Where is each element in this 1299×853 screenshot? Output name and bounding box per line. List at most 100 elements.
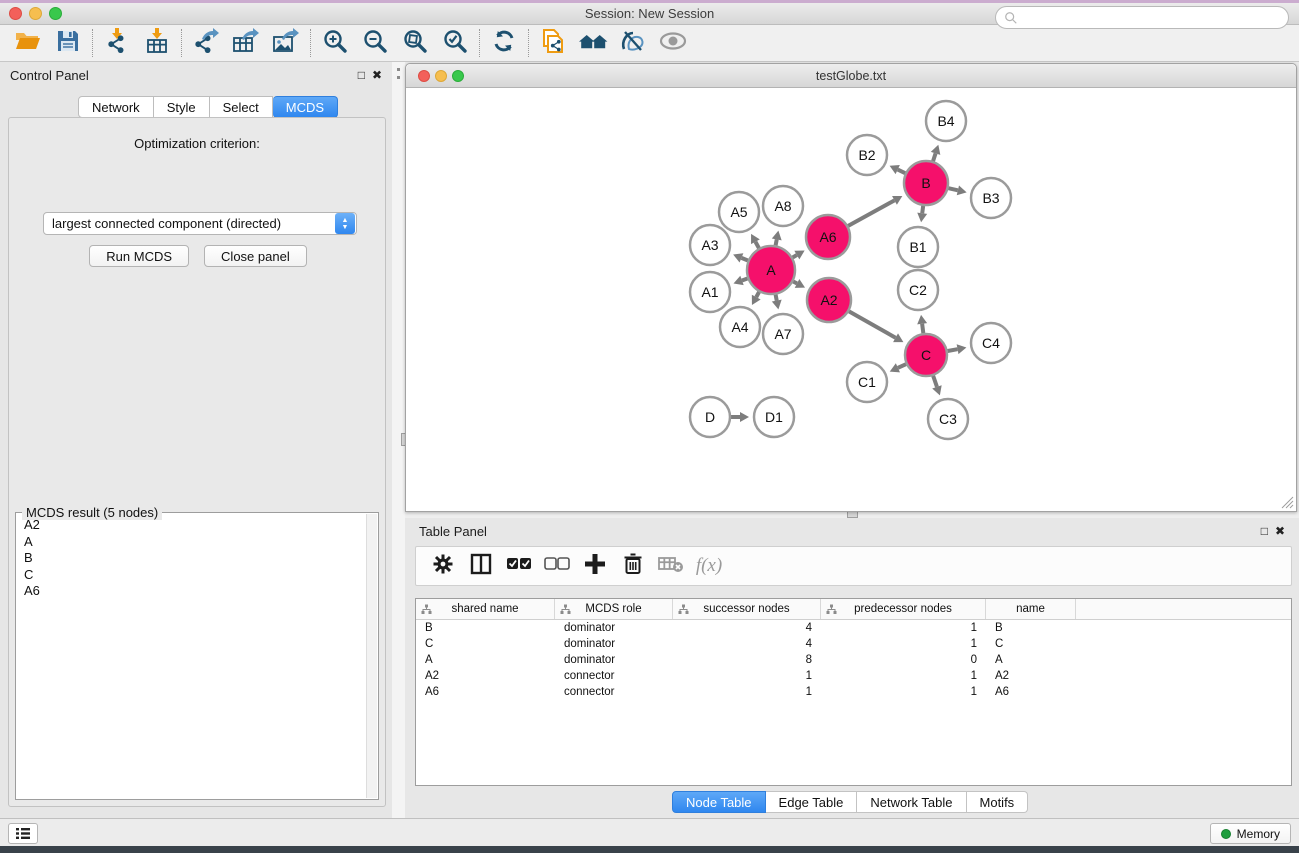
close-table-panel-icon[interactable]: ✖ — [1275, 525, 1285, 537]
mcds-result-scrollbar[interactable] — [366, 514, 377, 798]
graph-node-A8[interactable]: A8 — [763, 186, 803, 226]
graph-node-D1[interactable]: D1 — [754, 397, 794, 437]
graph-edge-C-C2[interactable] — [922, 324, 923, 333]
graph-edge-B-B3[interactable] — [948, 188, 957, 190]
trash-button[interactable] — [614, 549, 652, 583]
delete-table-button[interactable] — [652, 549, 690, 583]
graph-node-C1[interactable]: C1 — [847, 362, 887, 402]
tab-edge-table[interactable]: Edge Table — [766, 791, 858, 813]
mcds-result-item[interactable]: A6 — [18, 583, 364, 600]
graph-edge-A6-B[interactable] — [848, 200, 894, 226]
graph-edge-A2-C[interactable] — [849, 311, 896, 337]
graph-node-C4[interactable]: C4 — [971, 323, 1011, 363]
graph-edge-A-A1[interactable] — [742, 278, 747, 280]
mcds-result-item[interactable]: B — [18, 550, 364, 567]
graph-node-A1[interactable]: A1 — [690, 272, 730, 312]
graph-edge-A-A3[interactable] — [741, 258, 747, 261]
graph-edge-C-C1[interactable] — [898, 364, 906, 368]
column-header-shared-name[interactable]: shared name — [416, 599, 555, 619]
graph-node-B[interactable]: B — [904, 161, 948, 205]
export-table-button[interactable] — [226, 27, 266, 59]
graph-edge-A-A5[interactable] — [755, 242, 758, 248]
column-header-name[interactable]: name — [986, 599, 1076, 619]
close-panel-icon[interactable]: ✖ — [372, 69, 382, 81]
memory-button[interactable]: Memory — [1210, 823, 1291, 844]
refresh-button[interactable] — [484, 27, 524, 59]
columns-button[interactable] — [462, 549, 500, 583]
search-field[interactable] — [995, 6, 1289, 29]
tab-select[interactable]: Select — [210, 96, 273, 118]
graph-edge-A-A8[interactable] — [776, 239, 777, 245]
graph-node-B2[interactable]: B2 — [847, 135, 887, 175]
import-table-button[interactable] — [137, 27, 177, 59]
mcds-result-item[interactable]: A — [18, 534, 364, 551]
graph-edge-A-A6[interactable] — [793, 255, 797, 257]
export-network-button[interactable] — [186, 27, 226, 59]
table-row[interactable]: A6connector11A6 — [416, 684, 1291, 700]
tab-network-table[interactable]: Network Table — [857, 791, 966, 813]
export-image-button[interactable] — [266, 27, 306, 59]
zoom-selected-button[interactable] — [435, 27, 475, 59]
graph-edge-B-B1[interactable] — [922, 206, 923, 213]
graph-node-A5[interactable]: A5 — [719, 192, 759, 232]
table-row[interactable]: A2connector11A2 — [416, 668, 1291, 684]
graph-node-D[interactable]: D — [690, 397, 730, 437]
graph-node-A4[interactable]: A4 — [720, 307, 760, 347]
table-row[interactable]: Cdominator41C — [416, 636, 1291, 652]
close-panel-button[interactable]: Close panel — [204, 245, 307, 267]
duplicate-network-button[interactable] — [533, 27, 573, 59]
save-button[interactable] — [48, 27, 88, 59]
tab-node-table[interactable]: Node Table — [672, 791, 766, 813]
column-header-MCDS-role[interactable]: MCDS role — [555, 599, 673, 619]
run-mcds-button[interactable]: Run MCDS — [89, 245, 189, 267]
zoom-fit-button[interactable] — [395, 27, 435, 59]
network-window-titlebar[interactable]: testGlobe.txt — [406, 64, 1296, 88]
graph-node-C[interactable]: C — [905, 334, 947, 376]
graph-node-A3[interactable]: A3 — [690, 225, 730, 265]
close-window-button[interactable] — [9, 7, 22, 20]
graph-node-C3[interactable]: C3 — [928, 399, 968, 439]
deselect-all-button[interactable] — [538, 549, 576, 583]
gear-button[interactable] — [424, 549, 462, 583]
graph-node-B3[interactable]: B3 — [971, 178, 1011, 218]
net-minimize-button[interactable] — [435, 70, 447, 82]
search-input[interactable] — [1018, 11, 1288, 25]
homes-button[interactable] — [573, 27, 613, 59]
graph-edge-C-C4[interactable] — [948, 349, 958, 351]
graph-edge-A-A2[interactable] — [793, 281, 797, 283]
zoom-in-button[interactable] — [315, 27, 355, 59]
float-table-panel-icon[interactable]: □ — [1261, 525, 1268, 537]
open-folder-button[interactable] — [8, 27, 48, 59]
minimize-window-button[interactable] — [29, 7, 42, 20]
select-all-button[interactable] — [500, 549, 538, 583]
graph-edge-A-A7[interactable] — [776, 295, 777, 301]
column-header-predecessor-nodes[interactable]: predecessor nodes — [821, 599, 986, 619]
table-row[interactable]: Bdominator41B — [416, 620, 1291, 636]
resize-grip-icon[interactable] — [1278, 493, 1294, 509]
graph-node-A[interactable]: A — [747, 246, 795, 294]
tab-mcds[interactable]: MCDS — [273, 96, 338, 118]
graph-edge-B-B4[interactable] — [933, 153, 936, 161]
import-network-button[interactable] — [97, 27, 137, 59]
mcds-result-item[interactable]: C — [18, 567, 364, 584]
graph-edge-B-B2[interactable] — [898, 170, 906, 174]
show-panel-list-button[interactable] — [8, 823, 38, 844]
tab-motifs[interactable]: Motifs — [967, 791, 1029, 813]
column-header-successor-nodes[interactable]: successor nodes — [673, 599, 821, 619]
graph-edge-C-C3[interactable] — [933, 376, 937, 387]
net-maximize-button[interactable] — [452, 70, 464, 82]
tab-network[interactable]: Network — [78, 96, 154, 118]
hide-annotations-button[interactable] — [613, 27, 653, 59]
table-row[interactable]: Adominator80A — [416, 652, 1291, 668]
graph-node-C2[interactable]: C2 — [898, 270, 938, 310]
graph-node-A7[interactable]: A7 — [763, 314, 803, 354]
graph-edge-A-A4[interactable] — [756, 292, 759, 297]
net-close-button[interactable] — [418, 70, 430, 82]
maximize-window-button[interactable] — [49, 7, 62, 20]
graph-node-B1[interactable]: B1 — [898, 227, 938, 267]
node-table[interactable]: shared name MCDS role successor nodes pr… — [415, 598, 1292, 786]
eye-button[interactable] — [653, 27, 693, 59]
zoom-out-button[interactable] — [355, 27, 395, 59]
tab-style[interactable]: Style — [154, 96, 210, 118]
optimization-criterion-select[interactable]: largest connected component (directed) ▲… — [43, 212, 357, 235]
